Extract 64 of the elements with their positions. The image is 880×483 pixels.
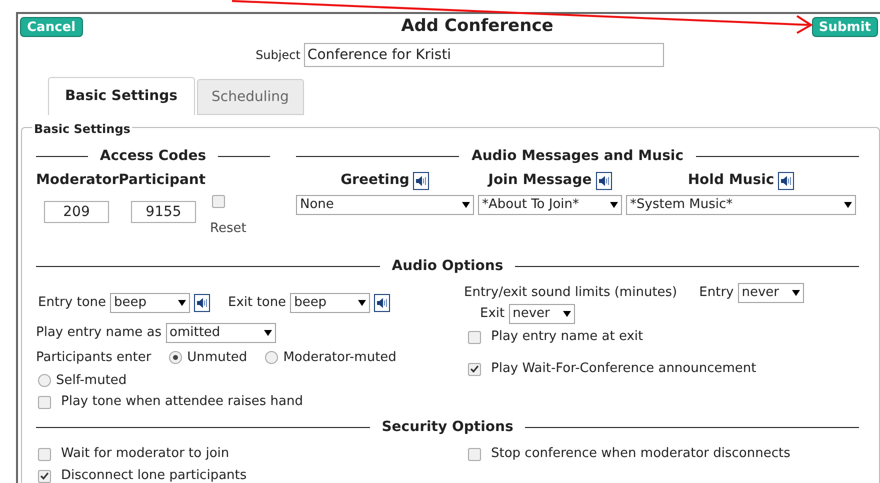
entry-tone-select[interactable]: beep bbox=[110, 293, 190, 313]
entry-limit-label: Entry bbox=[699, 284, 734, 302]
sound-limits-label: Entry/exit sound limits (minutes) bbox=[464, 284, 678, 302]
checkbox-label: Play tone when attendee raises hand bbox=[61, 393, 303, 412]
moderator-code-field[interactable]: 209 bbox=[44, 201, 109, 223]
radio-label: Unmuted bbox=[187, 349, 248, 367]
caret-icon bbox=[792, 290, 800, 296]
speaker-icon[interactable] bbox=[194, 294, 210, 312]
audio-label: Join Message bbox=[488, 171, 592, 190]
section-heading: Audio Messages and Music bbox=[471, 147, 684, 166]
checkbox-label: Play entry name at exit bbox=[491, 328, 644, 346]
entry-name-select[interactable]: omitted bbox=[166, 323, 276, 343]
subject-field[interactable]: Conference for Kristi bbox=[304, 43, 664, 67]
radio-label: Self-muted bbox=[56, 372, 127, 390]
radio-button[interactable] bbox=[265, 351, 278, 364]
exit-tone-select[interactable]: beep bbox=[290, 293, 370, 313]
tab[interactable]: Scheduling bbox=[196, 79, 304, 115]
participants-enter-label: Participants enter bbox=[36, 349, 152, 367]
caret-icon bbox=[610, 202, 618, 208]
exit-limit-select[interactable]: never bbox=[508, 304, 575, 324]
checkbox-label: Disconnect lone participants bbox=[61, 467, 247, 483]
speaker-icon[interactable] bbox=[778, 172, 794, 190]
radio-button[interactable] bbox=[169, 351, 182, 364]
audio-select[interactable]: *About To Join* bbox=[478, 195, 622, 215]
section-heading: Access Codes bbox=[100, 147, 206, 166]
checkbox-label: Play Wait-For-Conference announcement bbox=[491, 360, 756, 378]
caret-icon bbox=[264, 330, 272, 336]
audio-label: Hold Music bbox=[688, 171, 774, 190]
exit-limit-label: Exit bbox=[480, 305, 505, 324]
participant-code-field[interactable]: 9155 bbox=[131, 201, 196, 223]
checkbox[interactable] bbox=[38, 396, 51, 408]
section-heading: Audio Options bbox=[392, 257, 504, 276]
audio-select[interactable]: None bbox=[296, 195, 474, 215]
radio-button[interactable] bbox=[38, 374, 51, 387]
speaker-icon[interactable] bbox=[413, 172, 430, 190]
checkbox[interactable] bbox=[468, 362, 481, 376]
caret-icon bbox=[178, 300, 186, 306]
caret-icon bbox=[844, 202, 852, 208]
speaker-icon[interactable] bbox=[596, 172, 612, 190]
checkbox-label: Wait for moderator to join bbox=[61, 445, 230, 464]
entry-name-label: Play entry name as bbox=[36, 324, 162, 342]
section-heading: Security Options bbox=[382, 418, 514, 437]
exit-tone-label: Exit tone bbox=[228, 294, 286, 312]
subject-label: Subject bbox=[256, 47, 300, 64]
checkbox[interactable] bbox=[468, 448, 481, 460]
caret-icon bbox=[358, 300, 366, 306]
checkbox[interactable] bbox=[468, 330, 481, 344]
checkbox[interactable] bbox=[38, 470, 51, 482]
radio-label: Moderator-muted bbox=[283, 349, 396, 367]
entry-tone-label: Entry tone bbox=[38, 294, 106, 312]
participant-label: Participant bbox=[118, 171, 206, 190]
audio-select[interactable]: *System Music* bbox=[626, 195, 856, 215]
tab[interactable]: Basic Settings bbox=[48, 77, 195, 115]
checkbox-label: Stop conference when moderator disconnects bbox=[491, 445, 790, 464]
audio-label: Greeting bbox=[340, 171, 410, 190]
caret-icon bbox=[562, 311, 571, 317]
checkbox[interactable] bbox=[212, 195, 225, 208]
dialog-title: Add Conference bbox=[401, 15, 554, 38]
checkbox[interactable] bbox=[38, 448, 51, 460]
caret-icon bbox=[462, 202, 470, 208]
speaker-icon[interactable] bbox=[374, 294, 390, 312]
entry-limit-select[interactable]: never bbox=[738, 283, 804, 303]
reset-label: Reset bbox=[210, 220, 246, 238]
moderator-label: Moderator bbox=[36, 171, 119, 190]
